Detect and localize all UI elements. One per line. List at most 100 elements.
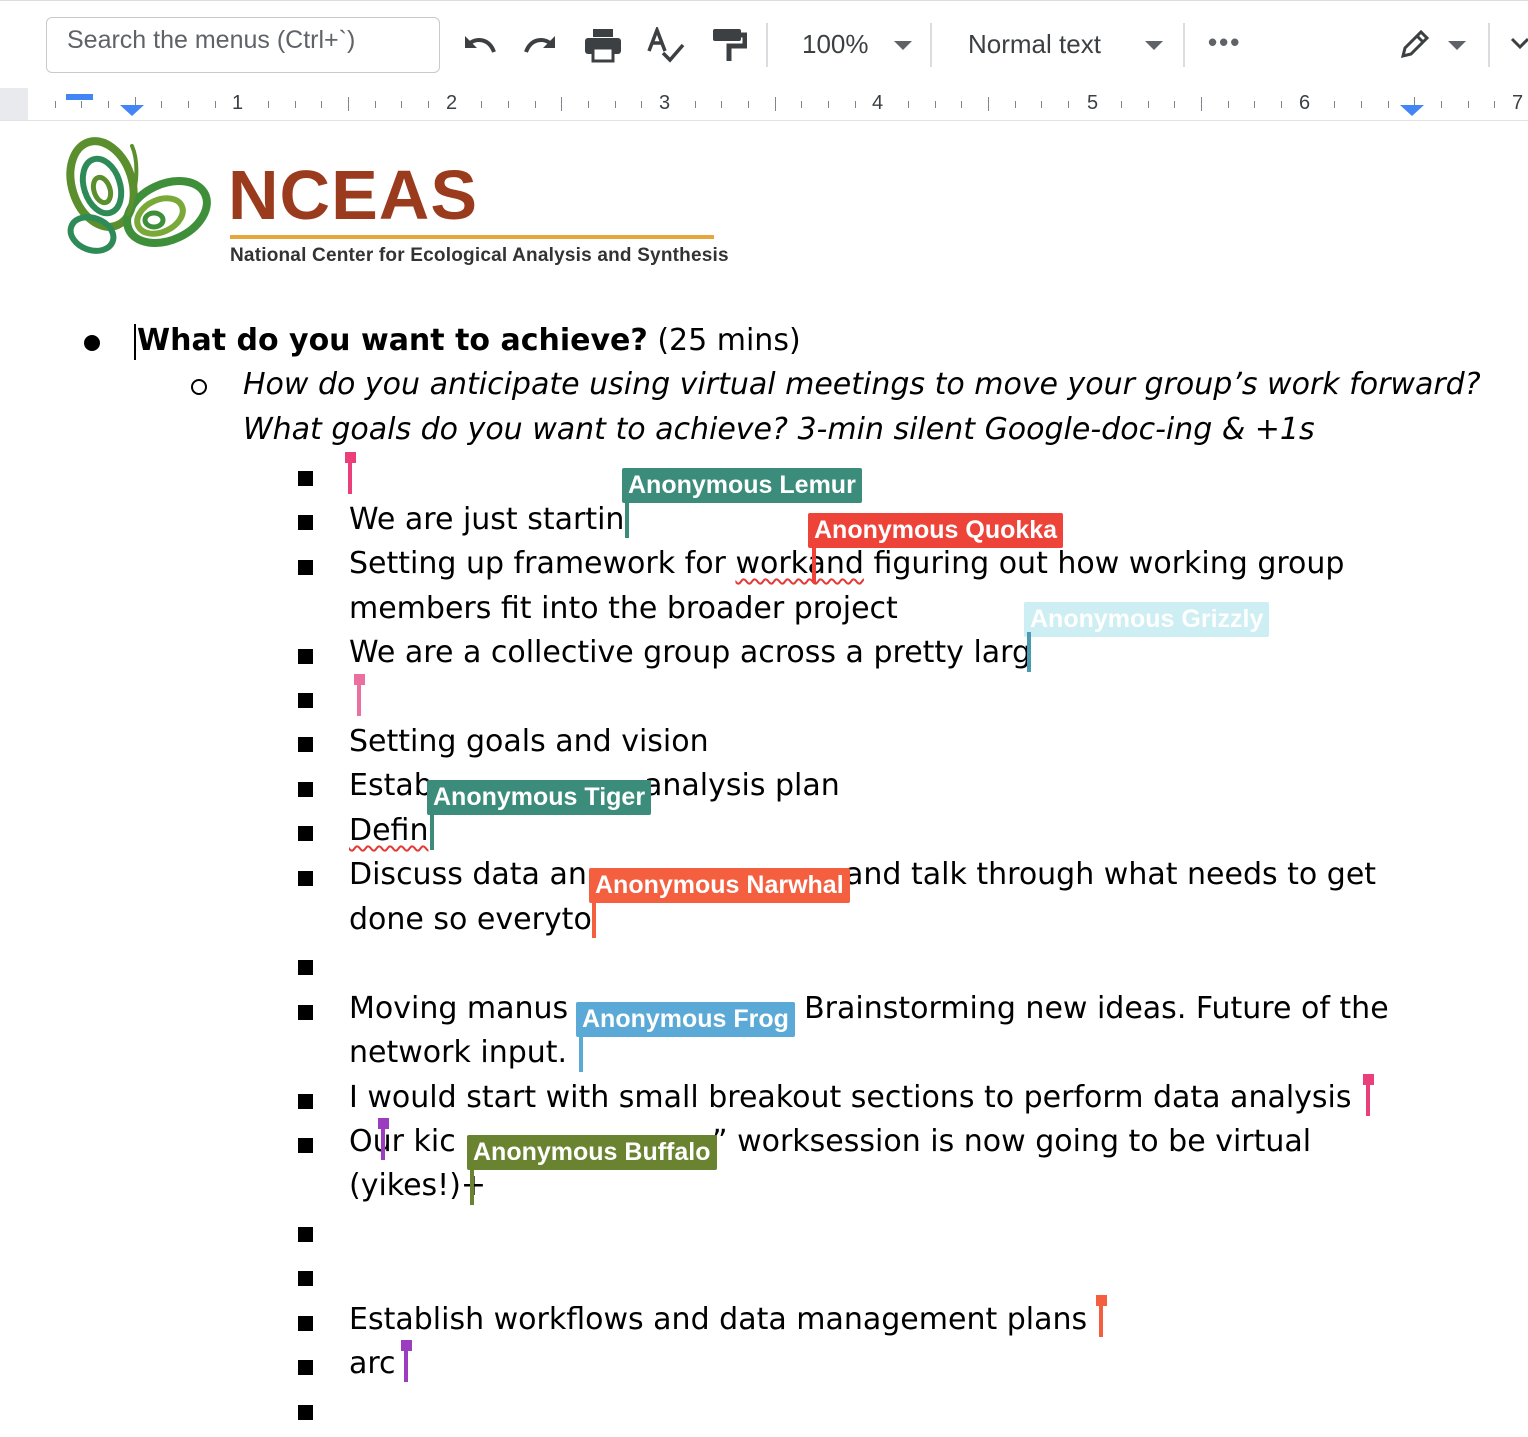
list-bullet bbox=[298, 1005, 313, 1020]
list-bullet bbox=[298, 1360, 313, 1375]
ruler-tick bbox=[1201, 97, 1202, 111]
list-bullet bbox=[298, 1316, 313, 1331]
ruler-tick bbox=[1361, 100, 1362, 108]
undo-icon[interactable] bbox=[458, 25, 500, 65]
ruler-tick bbox=[1228, 100, 1229, 108]
collaborator-label-narwhal: Anonymous Narwhal bbox=[589, 868, 850, 903]
list-item[interactable]: I would start with small breakout sectio… bbox=[349, 1083, 1352, 1113]
ruler-tick bbox=[775, 97, 776, 111]
ruler-number: 1 bbox=[232, 92, 244, 114]
text-cursor bbox=[134, 324, 136, 360]
list-item[interactable]: Estab bbox=[349, 771, 433, 801]
collaborator-label-quokka: Anonymous Quokka bbox=[808, 513, 1064, 548]
list-item[interactable]: analysis plan bbox=[644, 771, 840, 801]
list-bullet bbox=[298, 515, 313, 530]
ruler-tick bbox=[988, 97, 989, 111]
collaborator-cursor bbox=[812, 543, 816, 583]
list-item[interactable]: arc bbox=[349, 1349, 396, 1379]
list-item[interactable]: network input. bbox=[349, 1038, 567, 1068]
first-line-indent-marker[interactable] bbox=[66, 94, 93, 100]
list-bullet bbox=[298, 693, 313, 708]
list-item[interactable]: Moving manus bbox=[349, 994, 568, 1024]
zoom-value[interactable]: 100% bbox=[802, 29, 869, 60]
list-item[interactable]: and talk through what needs to get bbox=[845, 860, 1376, 890]
ruler-tick bbox=[695, 100, 696, 108]
ruler-tick bbox=[961, 100, 962, 108]
ruler-tick bbox=[1015, 100, 1016, 108]
spellcheck-icon[interactable] bbox=[644, 25, 686, 65]
print-icon[interactable] bbox=[582, 25, 624, 65]
list-item[interactable]: (yikes!)+ bbox=[349, 1171, 486, 1201]
collaborator-cursor bbox=[592, 898, 596, 938]
chevron-down-icon[interactable] bbox=[892, 25, 914, 65]
collapse-chevron-icon[interactable] bbox=[1510, 25, 1528, 65]
ruler-number: 2 bbox=[446, 92, 458, 114]
ruler-tick bbox=[1494, 100, 1495, 108]
question-line[interactable]: How do you anticipate using virtual meet… bbox=[243, 370, 1481, 400]
list-bullet bbox=[298, 1138, 313, 1153]
ruler-tick bbox=[55, 100, 56, 108]
collaborator-label-lemur: Anonymous Lemur bbox=[622, 468, 862, 503]
collaborator-cursor bbox=[404, 1340, 408, 1382]
ruler[interactable]: 1 2 3 4 5 6 7 bbox=[0, 88, 1528, 121]
list-bullet bbox=[298, 1271, 313, 1286]
list-item[interactable]: . Brainstorming new ideas. Future of the bbox=[785, 994, 1389, 1024]
list-item[interactable]: Establish workflows and data management … bbox=[349, 1305, 1087, 1335]
toolbar: Search the menus (Ctrl+`) 100% Normal te… bbox=[0, 0, 1528, 89]
list-item[interactable]: Our kic bbox=[349, 1127, 456, 1157]
toolbar-separator bbox=[766, 23, 768, 67]
more-options-icon[interactable]: ••• bbox=[1208, 27, 1241, 58]
search-menus-input[interactable]: Search the menus (Ctrl+`) bbox=[46, 17, 440, 73]
chevron-down-icon[interactable] bbox=[1143, 25, 1165, 65]
toolbar-separator bbox=[930, 23, 932, 67]
ruler-tick bbox=[641, 100, 642, 108]
ruler-tick bbox=[268, 100, 269, 108]
list-item[interactable]: We are just startin bbox=[349, 505, 624, 535]
chevron-down-icon[interactable] bbox=[1446, 25, 1468, 65]
list-item[interactable]: ” worksession is now going to be virtual bbox=[712, 1127, 1311, 1157]
ruler-tick bbox=[1441, 100, 1442, 108]
ruler-tick bbox=[935, 100, 936, 108]
pencil-edit-icon[interactable] bbox=[1396, 25, 1432, 65]
list-bullet bbox=[298, 1227, 313, 1242]
list-item[interactable]: We are a collective group across a prett… bbox=[349, 638, 1031, 668]
paint-format-icon[interactable] bbox=[706, 25, 748, 65]
ruler-tick bbox=[801, 100, 802, 108]
redo-icon[interactable] bbox=[520, 25, 562, 65]
ruler-tick bbox=[375, 100, 376, 108]
list-item[interactable]: Setting up framework for workand figurin… bbox=[349, 549, 1344, 579]
collaborator-cursor bbox=[357, 674, 361, 716]
ruler-margin-left bbox=[0, 88, 28, 120]
list-item[interactable]: Defin bbox=[349, 816, 428, 846]
list-item[interactable]: members fit into the broader project bbox=[349, 594, 898, 624]
logo-rule bbox=[230, 235, 714, 239]
collaborator-label-tiger: Anonymous Tiger bbox=[427, 780, 652, 815]
collaborator-label-grizzly: Anonymous Grizzly bbox=[1024, 602, 1270, 637]
ruler-number: 3 bbox=[659, 92, 671, 114]
ruler-tick bbox=[348, 97, 349, 111]
ruler-number: 4 bbox=[872, 92, 884, 114]
ruler-tick bbox=[81, 100, 82, 108]
question-line[interactable]: What goals do you want to achieve? 3-min… bbox=[243, 415, 1315, 445]
ruler-tick bbox=[1068, 100, 1069, 108]
list-bullet bbox=[298, 960, 313, 975]
butterfly-logo-icon bbox=[62, 134, 222, 274]
paragraph-style-select[interactable]: Normal text bbox=[968, 29, 1101, 60]
list-item[interactable]: Discuss data an bbox=[349, 860, 587, 890]
left-indent-marker[interactable] bbox=[120, 105, 144, 116]
ruler-tick bbox=[1388, 100, 1389, 108]
ruler-tick bbox=[1468, 100, 1469, 108]
ruler-number: 5 bbox=[1087, 92, 1099, 114]
collaborator-label-buffalo: Anonymous Buffalo bbox=[467, 1135, 717, 1170]
ruler-number: 6 bbox=[1299, 92, 1311, 114]
ruler-tick bbox=[1334, 100, 1335, 108]
list-item[interactable]: Setting goals and vision bbox=[349, 727, 709, 757]
right-indent-marker[interactable] bbox=[1400, 105, 1424, 116]
ruler-tick bbox=[108, 100, 109, 108]
ruler-tick bbox=[188, 100, 189, 108]
list-item[interactable]: done so everyto bbox=[349, 905, 592, 935]
list-bullet bbox=[84, 335, 100, 351]
ruler-tick bbox=[161, 100, 162, 108]
heading-item[interactable]: What do you want to achieve? (25 mins) bbox=[137, 326, 801, 356]
ruler-tick bbox=[588, 100, 589, 108]
